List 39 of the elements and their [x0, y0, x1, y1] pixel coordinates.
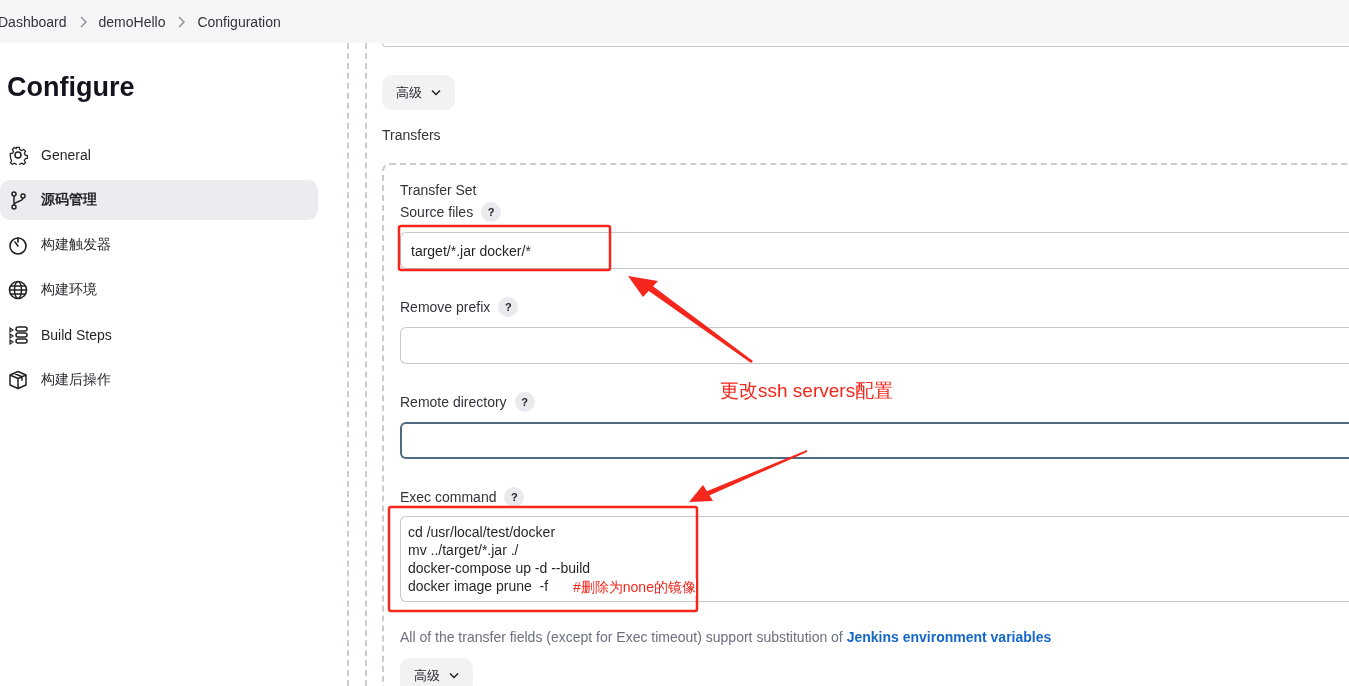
breadcrumb-link[interactable]: demoHello	[98, 13, 166, 30]
breadcrumb-link[interactable]: Dashboard	[0, 13, 67, 30]
field-label: Remote directory	[400, 393, 507, 411]
globe-icon	[8, 280, 28, 300]
advanced-button[interactable]: 高级	[400, 658, 473, 686]
help-text: All of the transfer fields (except for Exec timeout) support substitution of Jenkins environment variables	[400, 628, 1053, 646]
environment-variables-link[interactable]: Jenkins environment variables	[846, 629, 1052, 645]
field-label: Source files	[400, 203, 474, 221]
chevron-icon	[78, 15, 88, 28]
branch-icon	[8, 190, 28, 210]
chevron-down-icon	[431, 89, 441, 96]
help-button[interactable]: ?	[514, 392, 535, 412]
sidebar-item[interactable]: 源码管理	[0, 180, 318, 220]
package-icon	[8, 370, 28, 390]
input-field[interactable]	[400, 422, 1349, 459]
input-field[interactable]	[400, 327, 1349, 364]
help-button[interactable]: ?	[481, 202, 502, 222]
sidebar-item[interactable]: 构建环境	[0, 270, 318, 310]
input-field[interactable]: target/*.jar docker/*	[400, 232, 1349, 269]
chevron-down-icon	[449, 672, 459, 679]
sidebar-item[interactable]: General	[0, 135, 318, 175]
page-title: Configure	[7, 71, 136, 103]
annotation-text: #删除为none的镜像	[573, 579, 696, 596]
advanced-button[interactable]: 高级	[382, 75, 455, 110]
sidebar-item[interactable]: Build Steps	[0, 315, 318, 355]
help-button[interactable]: ?	[498, 297, 519, 317]
sidebar-item[interactable]: 构建后操作	[0, 360, 318, 400]
gear-icon	[8, 145, 28, 165]
chevron-icon	[177, 15, 187, 28]
help-button[interactable]: ?	[504, 487, 525, 507]
section-label: Transfers	[382, 126, 442, 144]
sidebar-item[interactable]: 构建触发器	[0, 225, 318, 265]
field-label: Remove prefix	[400, 298, 491, 316]
timer-icon	[8, 235, 28, 255]
list-icon	[8, 325, 28, 345]
panel-title: Transfer Set	[400, 181, 478, 199]
field-label: Exec command	[400, 488, 497, 506]
breadcrumb-link[interactable]: Configuration	[197, 13, 281, 30]
annotation-text: 更改ssh servers配置	[720, 380, 894, 403]
